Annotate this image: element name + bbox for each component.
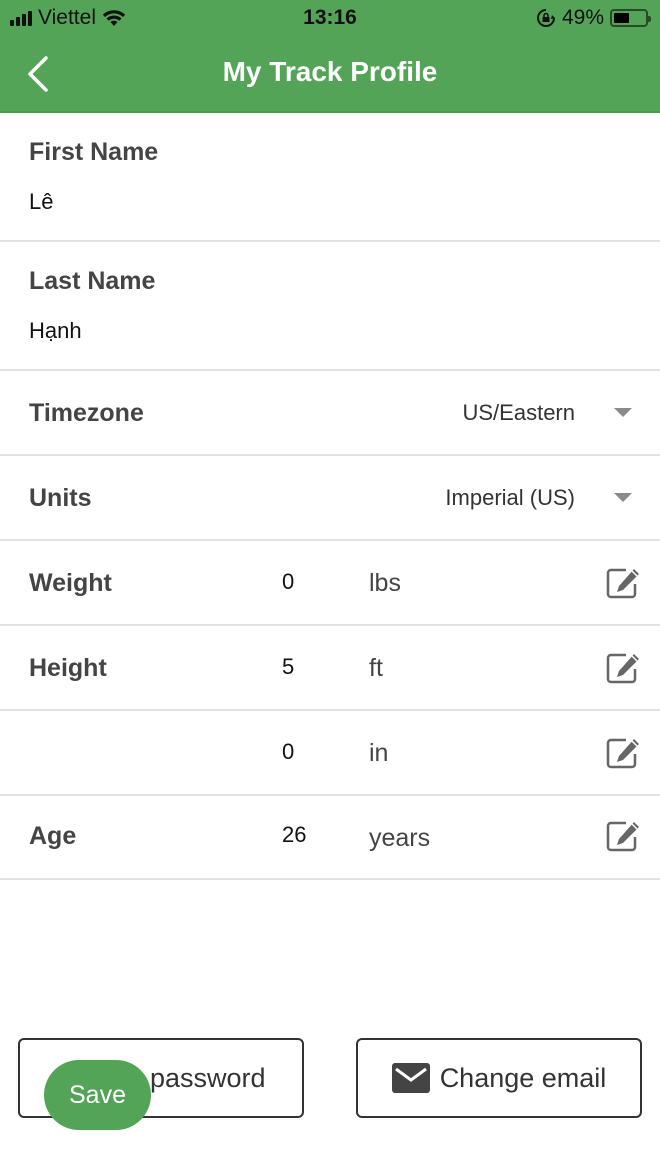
age-label: Age (29, 822, 77, 850)
timezone-select[interactable]: Timezone US/Eastern (0, 371, 660, 456)
change-email-label: Change email (439, 1062, 607, 1093)
height-in-unit: in (369, 739, 389, 767)
timezone-label: Timezone (29, 399, 144, 427)
height-ft-value: 5 (282, 654, 295, 679)
weight-unit: lbs (369, 569, 401, 597)
weight-value: 0 (282, 569, 295, 594)
units-select[interactable]: Units Imperial (US) (0, 456, 660, 541)
edit-icon[interactable] (606, 567, 642, 599)
height-ft-row: Height 5 ft (0, 626, 660, 711)
units-value[interactable]: Imperial (US) (445, 485, 575, 511)
battery-level (614, 13, 629, 23)
units-label: Units (29, 484, 92, 512)
height-in-value: 0 (282, 739, 295, 764)
age-value: 26 (282, 822, 307, 847)
height-in-row: 0 in (0, 711, 660, 796)
weight-label: Weight (29, 569, 112, 597)
age-row: Age 26 years (0, 796, 660, 880)
first-name-input[interactable]: Lê (29, 189, 53, 215)
weight-row: Weight 0 lbs (0, 541, 660, 626)
change-email-button[interactable]: Change email (356, 1038, 642, 1118)
timezone-value[interactable]: US/Eastern (463, 400, 576, 426)
envelope-icon (391, 1063, 430, 1093)
battery-icon (610, 9, 651, 27)
last-name-input[interactable]: Hạnh (29, 318, 82, 344)
first-name-field[interactable]: First Name Lê (0, 113, 660, 242)
app-header: Viettel 13:16 49% My Track Profile (0, 0, 660, 113)
dropdown-caret-icon[interactable] (614, 493, 632, 502)
rotation-lock-icon (537, 9, 555, 27)
edit-icon[interactable] (606, 737, 642, 769)
first-name-label: First Name (29, 138, 159, 166)
nav-bar: My Track Profile (0, 36, 660, 112)
change-password-label: password (150, 1062, 266, 1093)
edit-icon[interactable] (606, 820, 642, 852)
dropdown-caret-icon[interactable] (614, 408, 632, 417)
last-name-field[interactable]: Last Name Hạnh (0, 242, 660, 371)
status-bar: Viettel 13:16 49% (0, 0, 660, 36)
page-title: My Track Profile (222, 56, 438, 87)
save-button[interactable]: Save (44, 1060, 151, 1130)
status-right: 49% (536, 6, 651, 30)
height-label: Height (29, 654, 107, 682)
age-unit: years (369, 824, 431, 852)
last-name-label: Last Name (29, 267, 156, 295)
edit-icon[interactable] (606, 652, 642, 684)
battery-percent: 49% (561, 6, 604, 29)
height-ft-unit: ft (369, 654, 383, 682)
